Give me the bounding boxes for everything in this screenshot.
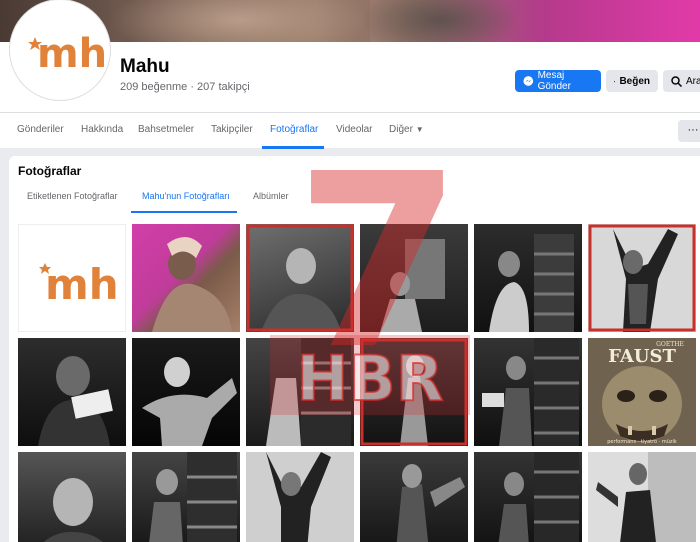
photo-thumbnail[interactable] [474,224,582,332]
subtab-albums[interactable]: Albümler [253,191,289,201]
logo-text: mh [45,260,119,309]
tab-posts[interactable]: Gönderiler [17,124,64,135]
photo-thumbnail[interactable] [132,224,240,332]
search-button[interactable]: Ara [663,70,700,92]
photo-thumbnail[interactable] [360,452,468,542]
photo-thumbnail[interactable] [246,224,354,332]
photo-thumbnail[interactable] [246,338,354,446]
tab-mentions[interactable]: Bahsetmeler [138,124,194,135]
poster-thumbnail[interactable]: GOETHE FAUST performans · tiyatro · müzi… [588,338,696,446]
tab-more-label: Diğer [389,124,413,135]
photos-card: Fotoğraflar Etiketlenen Fotoğraflar Mahu… [9,156,700,542]
thumbs-up-icon [614,80,616,82]
send-message-button[interactable]: Mesaj Gönder [515,70,601,92]
photo-thumbnail[interactable] [588,452,696,542]
tab-more[interactable]: Diğer ▼ [389,124,424,135]
like-button[interactable]: Beğen [606,70,658,92]
mahu-logo-icon: mh [28,31,107,77]
active-tab-indicator [262,146,324,149]
profile-avatar[interactable]: mh [10,0,110,100]
photo-thumbnail[interactable] [360,224,468,332]
more-options-button[interactable]: ··· [678,120,700,142]
photo-content [266,452,331,542]
page-tabs: Gönderiler Hakkında Bahsetmeler Takipçil… [0,112,700,149]
search-label: Ara [686,75,700,87]
faust-poster-image: GOETHE FAUST performans · tiyatro · müzi… [588,338,696,446]
send-message-label: Mesaj Gönder [537,70,571,92]
subtab-tagged-photos[interactable]: Etiketlenen Fotoğraflar [27,191,118,201]
photo-content [380,239,445,332]
photo-thumbnail[interactable] [18,452,126,542]
photo-content [360,338,468,446]
photo-thumbnail[interactable] [132,452,240,542]
photo-thumbnail[interactable]: mh [18,224,126,332]
page-stats: 209 beğenme · 207 takipçi [120,81,250,93]
photo-thumbnail[interactable] [360,338,468,446]
logo-text: mh [37,31,107,77]
photo-content [396,464,465,542]
tab-photos[interactable]: Fotoğraflar [270,124,318,135]
poster-bottom-text: performans · tiyatro · müzik [607,439,677,445]
subtab-mahu-photos[interactable]: Mahu'nun Fotoğrafları [142,191,230,201]
active-subtab-indicator [131,211,237,213]
photo-thumbnail[interactable] [132,338,240,446]
chevron-down-icon: ▼ [415,125,424,134]
photo-content [266,338,351,446]
photo-thumbnail[interactable] [588,224,696,332]
search-icon [671,75,682,87]
photo-content [43,478,103,542]
photo-content [489,234,574,332]
photo-content [246,224,354,332]
photo-content [142,357,237,446]
photo-thumbnail[interactable] [246,452,354,542]
photo-content [498,452,579,542]
poster-title: FAUST [608,346,676,367]
photo-content [482,338,579,446]
photo-thumbnail[interactable] [474,338,582,446]
tab-followers[interactable]: Takipçiler [211,124,253,135]
messenger-icon [523,76,534,86]
photos-title: Fotoğraflar [18,164,82,178]
tab-about[interactable]: Hakkında [81,124,123,135]
mahu-logo-icon: mh [39,260,119,309]
photo-content [149,452,237,542]
like-label: Beğen [619,75,650,87]
tab-videos[interactable]: Videolar [336,124,373,135]
photo-content [588,452,696,542]
photo-thumbnail[interactable] [18,338,126,446]
photo-content [38,356,113,446]
photo-content [152,236,232,332]
photo-content [588,224,696,332]
page-title: Mahu [120,56,170,77]
photo-thumbnail[interactable] [474,452,582,542]
